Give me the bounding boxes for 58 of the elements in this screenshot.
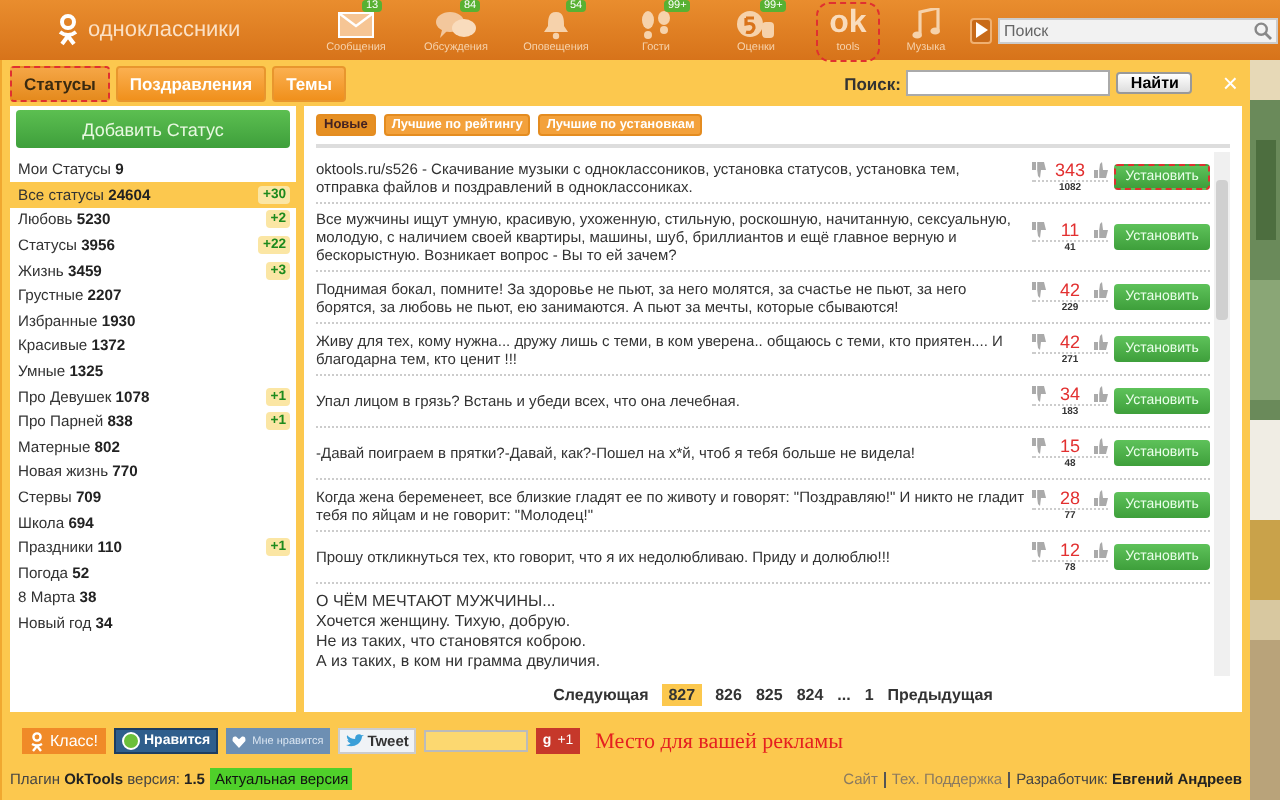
tab[interactable]: Статусы xyxy=(10,65,110,102)
rating-score: 42 xyxy=(1057,280,1082,301)
search-label: Поиск: xyxy=(844,73,901,94)
person-logo-icon xyxy=(56,14,80,46)
site-logo-text: одноклассники xyxy=(88,18,241,42)
page-link[interactable]: 827 xyxy=(662,683,702,706)
scrollbar[interactable] xyxy=(1214,152,1230,677)
page-link[interactable]: ... xyxy=(837,685,851,704)
search-icon xyxy=(1254,21,1272,39)
rating-icon xyxy=(736,9,776,39)
ok-mark: ok xyxy=(829,8,867,40)
thumbs-up-icon[interactable] xyxy=(1094,386,1108,403)
footprints-icon xyxy=(640,9,672,39)
thumbs-down-icon[interactable] xyxy=(1032,490,1046,507)
search-field[interactable]: Поиск xyxy=(998,17,1278,43)
person-logo-icon xyxy=(30,731,44,752)
thumbs-up-icon[interactable] xyxy=(1094,282,1108,299)
thumbs-up-icon[interactable] xyxy=(1094,334,1108,351)
rating-score: 42 xyxy=(1057,332,1082,353)
thumbs-up-icon[interactable] xyxy=(1094,490,1108,507)
bell-icon xyxy=(542,9,570,39)
envelope-icon xyxy=(338,11,374,37)
page-link[interactable]: 824 xyxy=(796,685,824,704)
counter-field[interactable] xyxy=(424,730,529,753)
search-field[interactable] xyxy=(906,70,1111,97)
poem-line: Не из таких, что становятся коброю. xyxy=(316,632,588,653)
poem-line: О ЧЁМ МЕЧТАЮТ МУЖЧИНЫ... xyxy=(316,592,558,613)
rating-score: 34 xyxy=(1057,384,1082,405)
thumbs-up-icon[interactable] xyxy=(1094,222,1108,239)
thumbs-down-icon[interactable] xyxy=(1032,438,1046,455)
thumbs-up-icon[interactable] xyxy=(1094,542,1108,559)
page-link[interactable]: 1 xyxy=(864,685,874,704)
rating-score: 343 xyxy=(1052,160,1088,181)
rating-score: 11 xyxy=(1058,220,1082,241)
ad-text: Место для вашей рекламы xyxy=(595,729,844,754)
chat-bubbles-icon xyxy=(436,9,476,39)
poem-line: Хочется женщину. Тихую, добрую. xyxy=(316,612,573,633)
page-link[interactable]: Предыдущая xyxy=(887,685,993,704)
thumbs-down-icon[interactable] xyxy=(1032,386,1046,403)
page-link[interactable]: 826 xyxy=(715,685,742,704)
thumbs-down-icon[interactable] xyxy=(1032,334,1046,351)
rating-score: 12 xyxy=(1057,540,1082,561)
bird-icon xyxy=(345,734,364,749)
thumbs-up-icon[interactable] xyxy=(1094,162,1108,179)
thumbs-down-icon[interactable] xyxy=(1032,282,1046,299)
rating-score: 15 xyxy=(1057,436,1082,457)
thumbs-down-icon[interactable] xyxy=(1032,542,1046,559)
thumbs-down-icon[interactable] xyxy=(1032,222,1046,239)
rating-score: 28 xyxy=(1057,488,1082,509)
music-note-icon xyxy=(912,8,940,40)
thumbs-down-icon[interactable] xyxy=(1032,162,1046,179)
page-link[interactable]: 825 xyxy=(755,685,783,704)
find-button[interactable]: Найти xyxy=(1116,72,1193,95)
heart-icon xyxy=(232,735,247,748)
play-button[interactable] xyxy=(970,17,992,43)
thumbs-up-icon[interactable] xyxy=(1094,438,1108,455)
poem-line: А из таких, в ком ни грамма двуличия. xyxy=(316,652,603,673)
page-link[interactable]: Следующая xyxy=(553,685,649,704)
